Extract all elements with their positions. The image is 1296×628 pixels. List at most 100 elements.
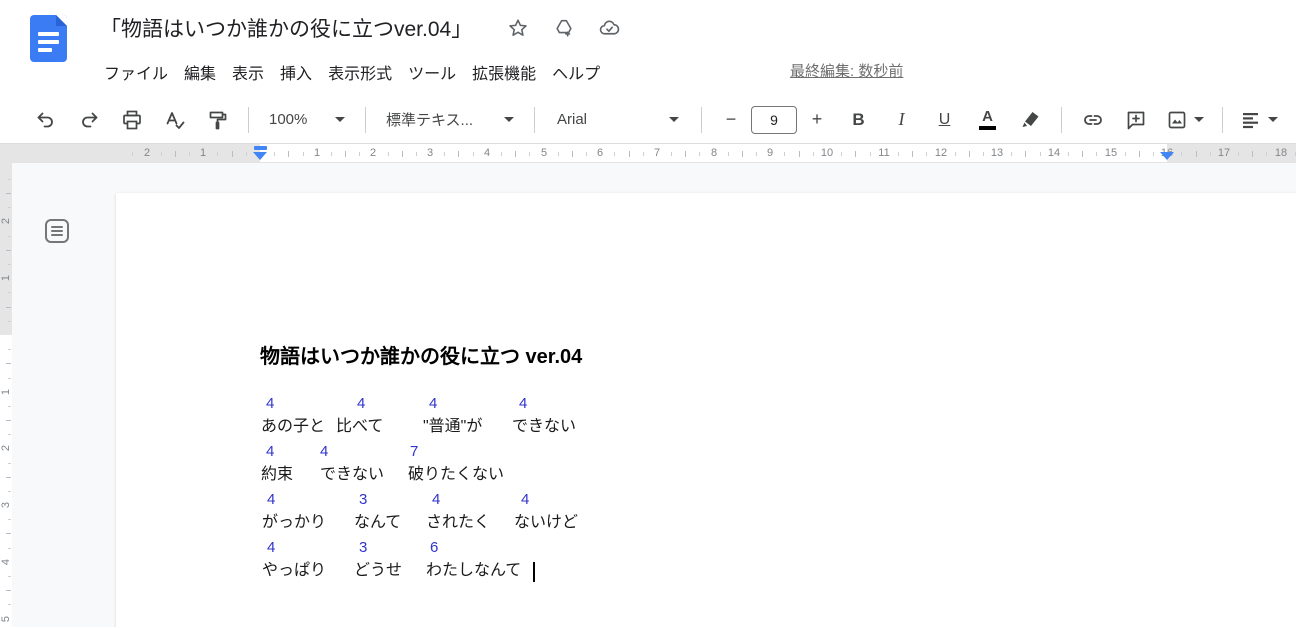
underline-button[interactable]: U <box>932 103 957 137</box>
add-comment-icon[interactable] <box>1123 103 1148 137</box>
first-line-indent-marker[interactable] <box>254 146 267 150</box>
increase-font-size-button[interactable]: + <box>806 107 828 133</box>
star-icon[interactable] <box>506 17 529 40</box>
count-number: 4 <box>432 492 440 507</box>
document-title-input[interactable]: 「物語はいつか誰かの役に立つver.04」 <box>100 13 472 43</box>
ruler-number: 1 <box>200 147 206 159</box>
ruler-number: 2 <box>0 440 12 456</box>
menu-item-extensions[interactable]: 拡張機能 <box>464 56 544 88</box>
lyric-word: あの子と <box>261 419 325 435</box>
font-size-group: − 9 + <box>720 106 828 134</box>
docs-logo[interactable] <box>30 15 67 62</box>
lyric-word: 比べて <box>336 419 383 435</box>
count-line: 4 4 4 4 <box>116 396 1296 420</box>
count-number: 4 <box>429 396 437 411</box>
count-number: 4 <box>267 540 275 555</box>
count-number: 4 <box>519 396 527 411</box>
ruler-number: 1 <box>0 270 12 286</box>
undo-button[interactable] <box>33 103 58 137</box>
lyric-line: 約束できない破りたくない <box>116 467 1296 491</box>
ruler-number: 6 <box>597 147 603 159</box>
italic-button[interactable]: I <box>889 103 914 137</box>
lyric-line: あの子と比べて "普通"が できない <box>116 419 1296 443</box>
lyric-word: できない <box>320 467 384 483</box>
toolbar-divider <box>1061 107 1062 133</box>
zoom-select[interactable]: 100% <box>267 111 347 128</box>
insert-image-button[interactable] <box>1166 109 1204 131</box>
ruler-number: 3 <box>0 497 12 513</box>
menu-item-tools[interactable]: ツール <box>400 56 464 88</box>
toolbar-divider <box>248 107 249 133</box>
toolbar-divider <box>365 107 366 133</box>
count-number: 3 <box>359 540 367 555</box>
document-outline-button[interactable] <box>42 216 72 246</box>
lyric-word: されたく <box>426 515 490 531</box>
ruler-number: 12 <box>935 147 947 159</box>
toolbar-divider <box>534 107 535 133</box>
spellcheck-icon[interactable] <box>162 103 187 137</box>
print-icon[interactable] <box>119 103 144 137</box>
font-select[interactable]: Arial <box>553 111 683 128</box>
ruler-number: 1 <box>0 384 12 400</box>
menu-item-view[interactable]: 表示 <box>224 56 272 88</box>
doc-heading: 物語はいつか誰かの役に立つ ver.04 <box>260 340 582 369</box>
horizontal-ruler[interactable]: 21123456789101112131415161718 <box>0 144 1296 163</box>
count-number: 4 <box>357 396 365 411</box>
ruler-number: 2 <box>144 147 150 159</box>
chevron-down-icon <box>1194 117 1204 122</box>
page[interactable]: 物語はいつか誰かの役に立つ ver.04 4444あの子と比べて"普通"ができな… <box>116 193 1296 627</box>
count-number: 6 <box>430 540 438 555</box>
menu-item-edit[interactable]: 編集 <box>176 56 224 88</box>
menu-item-format[interactable]: 表示形式 <box>320 56 400 88</box>
ruler-number: 5 <box>0 611 12 627</box>
count-line: 4344 <box>116 492 1296 516</box>
ruler-number: 14 <box>1048 147 1060 159</box>
paint-format-icon[interactable] <box>205 103 230 137</box>
font-size-input[interactable]: 9 <box>751 106 797 134</box>
ruler-number: 3 <box>427 147 433 159</box>
lyric-word: がっかり <box>262 515 326 531</box>
text-color-swatch <box>979 126 996 130</box>
count-number: 7 <box>410 444 418 459</box>
ruler-number: 1 <box>314 147 320 159</box>
chevron-down-icon <box>335 117 345 122</box>
text-color-button[interactable]: A <box>975 103 1000 137</box>
redo-button[interactable] <box>76 103 101 137</box>
right-indent-marker[interactable] <box>1160 152 1174 160</box>
toolbar-divider <box>1222 107 1223 133</box>
highlight-color-button[interactable] <box>1018 103 1043 137</box>
menu-item-insert[interactable]: 挿入 <box>272 56 320 88</box>
ruler-number: 5 <box>541 147 547 159</box>
ruler-number: 2 <box>0 213 12 229</box>
ruler-number: 13 <box>991 147 1003 159</box>
bold-button[interactable]: B <box>846 103 871 137</box>
lyric-word: わたしなんて <box>426 563 521 579</box>
menu-item-help[interactable]: ヘルプ <box>544 56 608 88</box>
docs-logo-fold <box>56 15 67 26</box>
ruler-number: 10 <box>821 147 833 159</box>
move-to-drive-icon[interactable] <box>552 17 575 40</box>
last-edit-link[interactable]: 最終編集: 数秒前 <box>790 60 903 81</box>
lyric-word: できない <box>512 419 576 435</box>
ruler-number: 2 <box>370 147 376 159</box>
ruler-number: 8 <box>711 147 717 159</box>
count-number: 4 <box>320 444 328 459</box>
menu-bar: ファイル編集表示挿入表示形式ツール拡張機能ヘルプ <box>96 56 608 88</box>
paragraph-style-select[interactable]: 標準テキス... <box>384 109 516 130</box>
ruler-number: 15 <box>1105 147 1117 159</box>
menu-item-file[interactable]: ファイル <box>96 56 176 88</box>
ruler-number: 17 <box>1218 147 1230 159</box>
count-number: 4 <box>266 444 274 459</box>
chevron-down-icon <box>1268 117 1278 122</box>
left-indent-marker[interactable] <box>253 152 267 160</box>
cloud-saved-icon[interactable] <box>598 17 621 40</box>
count-line: 4 4 7 <box>116 444 1296 468</box>
align-button[interactable] <box>1241 110 1278 130</box>
count-number: 3 <box>359 492 367 507</box>
chevron-down-icon <box>669 117 679 122</box>
count-number: 4 <box>266 396 274 411</box>
lyric-word: "普通"が <box>423 419 482 435</box>
vertical-ruler[interactable]: 2112345 <box>0 163 12 627</box>
decrease-font-size-button[interactable]: − <box>720 107 742 133</box>
insert-link-icon[interactable] <box>1080 103 1105 137</box>
